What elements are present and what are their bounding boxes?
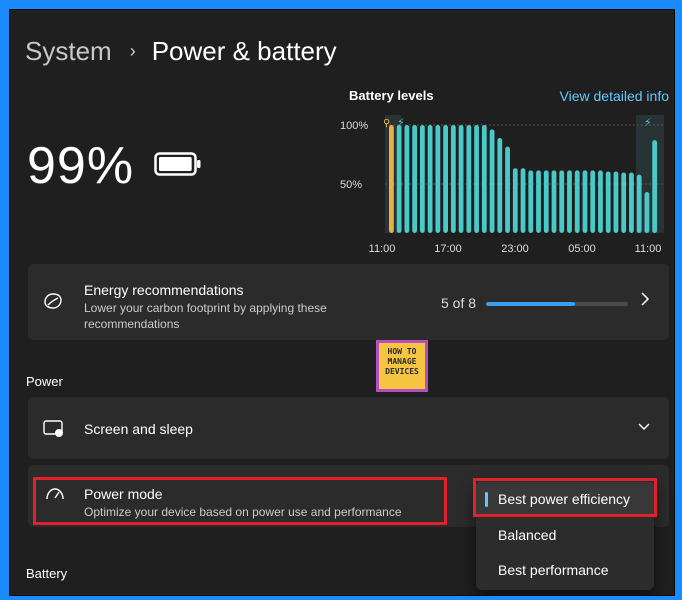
- battery-level-bar: [512, 168, 518, 233]
- breadcrumb-separator-icon: ›: [129, 41, 136, 61]
- x-tick-label: 11:00: [369, 243, 396, 255]
- battery-level-bar: [543, 170, 549, 233]
- watermark-line-1: HOW TO: [387, 347, 417, 356]
- energy-title: Energy recommendations: [84, 282, 244, 298]
- energy-recommendations-card[interactable]: Energy recommendations Lower your carbon…: [28, 264, 669, 340]
- y-tick-label: 50%: [340, 179, 362, 191]
- watermark-line-3: DEVICES: [385, 367, 419, 376]
- x-tick-label: 23:00: [501, 243, 529, 255]
- x-tick-label: 11:00: [635, 243, 662, 255]
- battery-level-bar: [489, 129, 495, 233]
- battery-level-bar: [404, 125, 410, 233]
- battery-level-bar: [443, 125, 449, 233]
- battery-level-bar: [559, 170, 565, 233]
- view-detailed-info-link[interactable]: View detailed info: [560, 88, 669, 104]
- battery-level-bar: [636, 174, 642, 233]
- battery-level-bar: [613, 171, 619, 233]
- battery-level-bar: [605, 171, 611, 233]
- power-mode-option-balanced[interactable]: Balanced: [476, 518, 654, 552]
- battery-level-bar: [644, 191, 650, 233]
- battery-level-bar: [528, 170, 534, 233]
- battery-level-bar: [458, 125, 464, 233]
- highlight-box-power-mode: [33, 477, 447, 525]
- battery-level-bar: [497, 137, 503, 233]
- battery-level-bar: [574, 170, 580, 233]
- battery-level-bar: [505, 146, 510, 233]
- power-section-heading: Power: [26, 374, 63, 389]
- battery-level-bar: [412, 125, 418, 233]
- battery-level-bar: [419, 125, 425, 233]
- watermark-logo: HOW TO MANAGE DEVICES: [376, 340, 428, 392]
- battery-level-bar: [629, 172, 634, 233]
- x-tick-label: 17:00: [434, 243, 462, 255]
- battery-level-bar: [481, 125, 487, 233]
- battery-level-bar: [536, 170, 541, 233]
- battery-percentage: 99%: [27, 137, 135, 195]
- battery-level-bar: [396, 125, 402, 233]
- charging-bolt-icon: ⚡: [397, 117, 405, 129]
- battery-level-bar: [450, 125, 456, 233]
- page-title: Power & battery: [151, 36, 337, 66]
- chart-title: Battery levels: [349, 88, 434, 103]
- battery-level-bar: [466, 125, 472, 233]
- battery-level-bar: [652, 140, 658, 233]
- energy-progress-fill: [486, 302, 575, 306]
- battery-icon: [154, 152, 201, 176]
- battery-levels-chart: 100% 50% ⚲ ⚡ ⚡ 11:00 17:00 23:00 05:00 11:00: [340, 115, 664, 255]
- battery-level-bar: [389, 125, 394, 233]
- y-tick-label: 100%: [340, 120, 368, 132]
- chevron-down-icon[interactable]: [637, 421, 651, 433]
- chevron-right-icon: [641, 292, 650, 306]
- screen-sleep-icon: [43, 420, 63, 437]
- leaf-icon: [44, 293, 62, 309]
- battery-level-bar: [435, 125, 441, 233]
- energy-description: Lower your carbon footprint by applying …: [84, 301, 327, 331]
- settings-window: System › Power & battery 99% Battery lev…: [9, 9, 675, 596]
- watermark-line-2: MANAGE: [387, 357, 417, 366]
- battery-level-bar: [598, 170, 603, 233]
- battery-level-bar: [567, 170, 572, 233]
- battery-section-heading: Battery: [26, 566, 68, 581]
- battery-level-bar: [582, 170, 588, 233]
- highlight-box-selected-option: [473, 478, 657, 517]
- screen-and-sleep-label: Screen and sleep: [84, 421, 193, 437]
- breadcrumb: System › Power & battery: [25, 36, 337, 67]
- power-mode-option-best-performance[interactable]: Best performance: [476, 553, 654, 587]
- screen-and-sleep-card[interactable]: Screen and sleep: [28, 397, 669, 459]
- plug-icon: ⚲: [383, 118, 390, 129]
- energy-progress-bar: [486, 302, 628, 306]
- breadcrumb-system-link[interactable]: System: [25, 36, 112, 67]
- x-tick-label: 05:00: [568, 243, 596, 255]
- battery-level-bar: [590, 170, 596, 233]
- battery-level-bar: [621, 172, 627, 233]
- charging-bolt-icon: ⚡: [644, 117, 652, 129]
- battery-level-bar: [551, 170, 557, 233]
- battery-level-bar: [427, 125, 433, 233]
- battery-level-bar: [474, 125, 479, 233]
- energy-count: 5 of 8: [441, 295, 477, 311]
- battery-level-bar: [520, 168, 526, 233]
